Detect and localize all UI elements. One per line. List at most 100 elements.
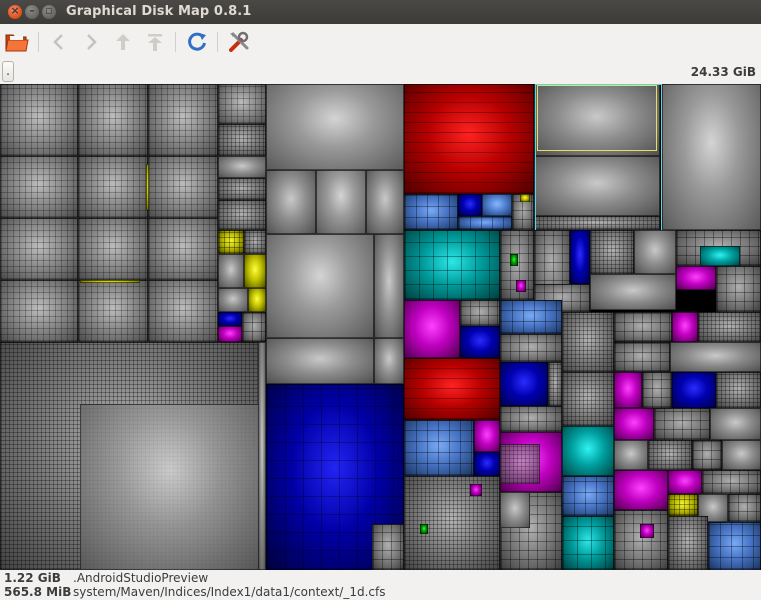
treemap-tile[interactable] <box>672 372 716 408</box>
treemap-tile[interactable] <box>500 362 548 406</box>
treemap-tile[interactable] <box>404 358 500 420</box>
settings-button[interactable] <box>225 28 253 56</box>
treemap-tile[interactable] <box>562 372 614 426</box>
treemap-tile[interactable] <box>500 406 562 432</box>
treemap-tile[interactable] <box>562 476 614 516</box>
treemap-tile[interactable] <box>404 84 534 194</box>
treemap-tile[interactable] <box>316 170 366 234</box>
treemap-tile[interactable] <box>614 470 668 510</box>
treemap-tile[interactable] <box>80 280 140 283</box>
treemap-tile[interactable] <box>640 524 654 538</box>
treemap-tile[interactable] <box>516 280 526 292</box>
treemap-tile[interactable] <box>460 300 500 326</box>
treemap-tile[interactable] <box>372 524 404 570</box>
treemap-tile[interactable] <box>374 234 404 338</box>
treemap-tile[interactable] <box>148 156 218 218</box>
treemap-tile[interactable] <box>710 408 761 440</box>
treemap-tile[interactable] <box>266 234 374 338</box>
treemap-tile[interactable] <box>242 312 266 342</box>
treemap-tile[interactable] <box>218 124 266 156</box>
treemap-tile[interactable] <box>668 470 702 494</box>
treemap-tile[interactable] <box>500 444 540 484</box>
treemap-tile[interactable] <box>548 362 562 406</box>
treemap-tile[interactable] <box>700 246 740 266</box>
treemap-tile[interactable] <box>662 84 761 230</box>
up-button[interactable] <box>109 28 137 56</box>
treemap-tile[interactable] <box>562 312 614 372</box>
treemap-tile[interactable] <box>78 84 148 156</box>
treemap-tile[interactable] <box>590 230 634 274</box>
treemap-tile[interactable] <box>78 280 148 342</box>
treemap-tile[interactable] <box>562 426 614 476</box>
treemap-tile[interactable] <box>218 230 244 254</box>
treemap-tile[interactable] <box>404 230 500 300</box>
top-level-button[interactable] <box>141 28 169 56</box>
close-window-button[interactable]: × <box>8 4 22 19</box>
treemap-tile[interactable] <box>676 266 716 290</box>
treemap-tile[interactable] <box>420 524 428 534</box>
treemap-tile[interactable] <box>458 216 512 230</box>
treemap-tile[interactable] <box>404 476 500 570</box>
treemap-tile[interactable] <box>728 494 761 522</box>
treemap-tile[interactable] <box>218 288 248 312</box>
treemap-tile[interactable] <box>722 440 761 470</box>
treemap-tile[interactable] <box>474 420 500 452</box>
treemap-tile[interactable] <box>218 84 266 124</box>
treemap-tile[interactable] <box>78 218 148 280</box>
disk-treemap[interactable] <box>0 84 761 570</box>
treemap-tile[interactable] <box>500 492 530 528</box>
treemap-tile[interactable] <box>702 470 761 494</box>
treemap-tile[interactable] <box>218 200 266 230</box>
treemap-tile[interactable] <box>654 408 710 440</box>
treemap-tile[interactable] <box>474 452 500 476</box>
treemap-tile[interactable] <box>266 338 374 384</box>
treemap-tile[interactable] <box>218 326 242 342</box>
minimize-window-button[interactable]: – <box>25 4 39 19</box>
treemap-tile[interactable] <box>146 164 149 210</box>
treemap-tile[interactable] <box>614 342 670 372</box>
path-root-button[interactable]: . <box>2 61 14 82</box>
treemap-tile[interactable] <box>614 510 668 570</box>
treemap-tile[interactable] <box>520 194 530 202</box>
treemap-tile[interactable] <box>366 170 404 234</box>
treemap-tile[interactable] <box>258 342 266 570</box>
treemap-tile[interactable] <box>148 218 218 280</box>
treemap-tile[interactable] <box>374 338 404 384</box>
treemap-tile[interactable] <box>482 194 512 216</box>
treemap-tile[interactable] <box>470 484 482 496</box>
treemap-tile[interactable] <box>218 178 266 200</box>
treemap-tile[interactable] <box>614 440 648 470</box>
treemap-tile[interactable] <box>716 266 761 312</box>
treemap-tile[interactable] <box>0 280 78 342</box>
treemap-tile[interactable] <box>78 156 148 218</box>
treemap-tile[interactable] <box>648 440 692 470</box>
treemap-tile[interactable] <box>672 312 698 342</box>
treemap-tile[interactable] <box>500 300 562 334</box>
treemap-tile[interactable] <box>590 274 676 310</box>
open-folder-button[interactable] <box>3 28 31 56</box>
back-button[interactable] <box>45 28 73 56</box>
treemap-tile[interactable] <box>244 230 266 254</box>
treemap-tile[interactable] <box>244 254 266 288</box>
treemap-tile[interactable] <box>562 516 614 570</box>
treemap-tile[interactable] <box>698 312 761 342</box>
treemap-tile[interactable] <box>80 404 260 570</box>
treemap-tile[interactable] <box>460 326 500 358</box>
treemap-tile[interactable] <box>266 84 404 170</box>
treemap-tile[interactable] <box>716 372 761 408</box>
treemap-tile[interactable] <box>148 280 218 342</box>
treemap-tile[interactable] <box>614 312 672 342</box>
treemap-tile[interactable] <box>500 334 562 362</box>
treemap-tile[interactable] <box>266 170 316 234</box>
treemap-tile[interactable] <box>404 300 460 358</box>
maximize-window-button[interactable]: ▫ <box>42 4 56 19</box>
treemap-tile[interactable] <box>0 218 78 280</box>
treemap-tile[interactable] <box>404 194 458 230</box>
treemap-tile[interactable] <box>0 84 78 156</box>
treemap-tile[interactable] <box>404 420 474 476</box>
treemap-tile[interactable] <box>634 230 676 274</box>
refresh-button[interactable] <box>183 28 211 56</box>
treemap-tile[interactable] <box>668 516 708 570</box>
treemap-tile[interactable] <box>570 230 590 284</box>
treemap-tile[interactable] <box>614 372 642 408</box>
